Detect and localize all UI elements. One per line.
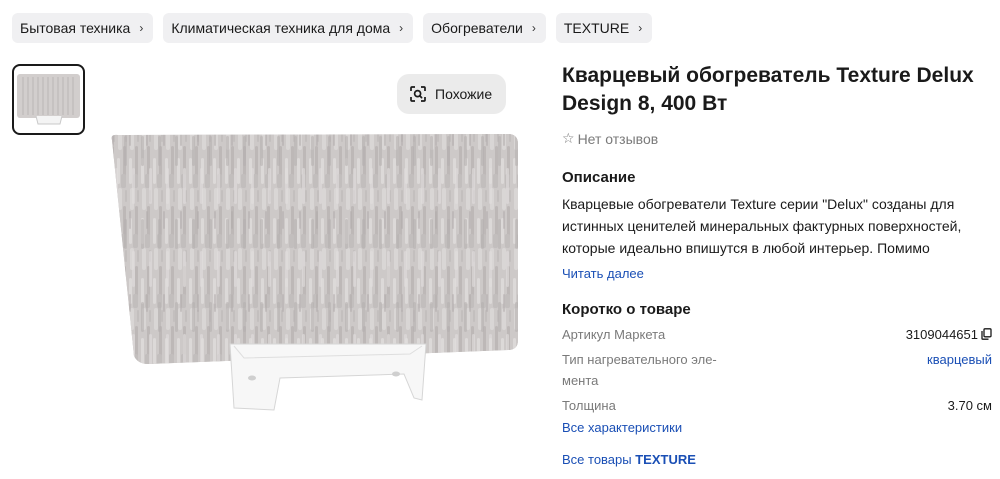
all-specs-link[interactable]: Все характеристики bbox=[562, 420, 992, 435]
spec-row-heating-type: Тип нагревательного эле- мента кварцевый bbox=[562, 349, 992, 391]
spec-value: 3.70 см bbox=[947, 398, 992, 413]
description-text: Кварцевые обогреватели Texture серии "De… bbox=[562, 196, 962, 256]
breadcrumb-label: TEXTURE bbox=[563, 20, 630, 36]
all-brand-goods-link[interactable]: Все товары TEXTURE bbox=[562, 452, 992, 467]
heater-image bbox=[111, 134, 518, 411]
chevron-right-icon: › bbox=[399, 21, 404, 35]
short-info-heading: Коротко о товаре bbox=[562, 301, 691, 318]
spec-key: Тип нагревательного эле- мента bbox=[562, 352, 717, 388]
spec-value-heating-type-link[interactable]: кварцевый bbox=[927, 349, 992, 391]
spec-value-article[interactable]: 3109044651 bbox=[906, 324, 992, 345]
breadcrumb-item-appliances[interactable]: Бытовая техника › bbox=[12, 13, 154, 43]
all-goods-brand: TEXTURE bbox=[635, 452, 696, 467]
breadcrumb-label: Бытовая техника bbox=[20, 20, 131, 36]
spec-key: Артикул Маркета bbox=[562, 327, 666, 342]
reviews-label: Нет отзывов bbox=[577, 130, 659, 147]
product-main-image[interactable] bbox=[104, 128, 528, 418]
read-more-link[interactable]: Читать далее bbox=[562, 266, 992, 281]
product-title: Кварцевый обогреватель Texture Delux Des… bbox=[562, 64, 974, 115]
breadcrumb-label: Климатическая техника для дома bbox=[171, 20, 391, 36]
spec-key: Толщина bbox=[562, 398, 616, 413]
copy-icon[interactable] bbox=[981, 328, 992, 340]
breadcrumb-label: Обогреватели bbox=[431, 20, 523, 36]
breadcrumb-item-climate[interactable]: Климатическая техника для дома › bbox=[163, 13, 414, 43]
all-goods-prefix: Все товары bbox=[562, 452, 636, 467]
similar-button[interactable]: Похожие bbox=[397, 74, 506, 114]
spec-row-thickness: Толщина 3.70 см bbox=[562, 395, 992, 416]
lens-search-icon bbox=[410, 86, 426, 102]
description-heading: Описание bbox=[562, 169, 636, 186]
breadcrumb-item-brand[interactable]: TEXTURE › bbox=[555, 13, 653, 43]
chevron-right-icon: › bbox=[531, 21, 536, 35]
specs-list: Артикул Маркета 3109044651 Тип нагревате… bbox=[562, 324, 992, 416]
chevron-right-icon: › bbox=[638, 21, 643, 35]
star-outline-icon: ☆ bbox=[562, 130, 575, 146]
product-info: Кварцевый обогреватель Texture Delux Des… bbox=[562, 62, 992, 467]
reviews-summary[interactable]: ☆ Нет отзывов bbox=[562, 130, 992, 147]
gallery-thumbnail[interactable] bbox=[12, 64, 85, 135]
breadcrumb-item-heaters[interactable]: Обогреватели › bbox=[423, 13, 546, 43]
spec-row-article: Артикул Маркета 3109044651 bbox=[562, 324, 992, 345]
chevron-right-icon: › bbox=[139, 21, 144, 35]
similar-button-label: Похожие bbox=[435, 86, 493, 102]
spec-value: 3109044651 bbox=[905, 327, 978, 342]
breadcrumb: Бытовая техника › Климатическая техника … bbox=[12, 13, 653, 43]
heater-thumbnail-image bbox=[17, 74, 80, 125]
